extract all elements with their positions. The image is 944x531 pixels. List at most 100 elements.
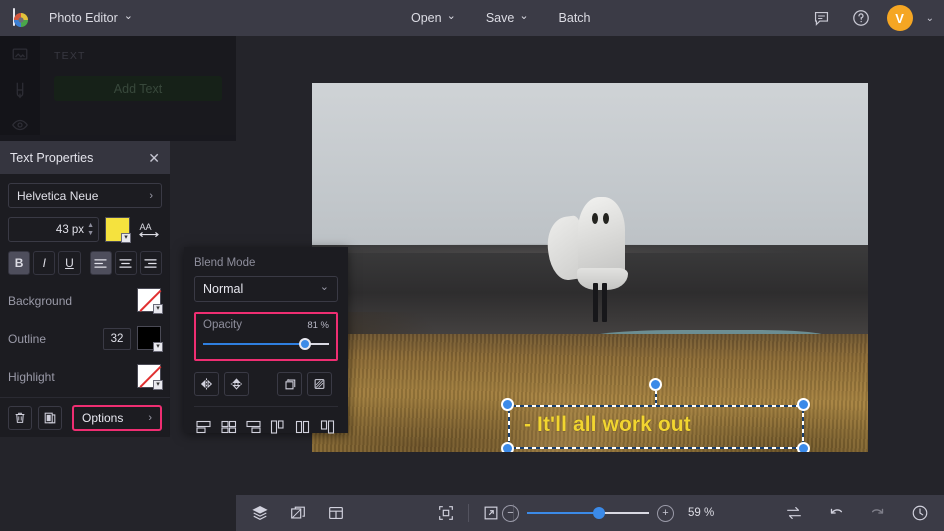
resize-handle-bottom-right[interactable]: [797, 442, 810, 452]
chevron-down-icon[interactable]: ▾: [121, 233, 131, 243]
text-selection-box[interactable]: [508, 405, 804, 449]
chevron-down-icon[interactable]: ▾: [153, 304, 163, 314]
comment-icon[interactable]: [809, 5, 835, 31]
underline-button[interactable]: U: [58, 251, 80, 275]
resize-handle-top-right[interactable]: [797, 398, 810, 411]
align-left-icon[interactable]: [90, 251, 112, 275]
rotate-copy-icon[interactable]: [277, 372, 302, 396]
align-center-icon[interactable]: [115, 251, 137, 275]
add-text-button[interactable]: Add Text: [54, 76, 222, 101]
font-size-value: 43 px: [56, 224, 84, 236]
zoom-level-value: 59 %: [688, 507, 714, 519]
open-button[interactable]: Open ⌄: [400, 6, 467, 30]
split-columns-icon[interactable]: [293, 417, 313, 437]
app-logo-icon[interactable]: [9, 6, 33, 30]
svg-text:AA: AA: [139, 222, 152, 232]
align-top-left-icon[interactable]: [194, 417, 214, 437]
outline-color-swatch[interactable]: ▾: [137, 326, 162, 351]
layout-panel-icon[interactable]: [324, 501, 348, 525]
popup-divider: [194, 406, 338, 407]
avatar[interactable]: V: [887, 5, 913, 31]
zoom-in-button[interactable]: +: [657, 505, 674, 522]
resize-handle-top-left[interactable]: [501, 398, 514, 411]
blend-mode-value: Normal: [203, 282, 243, 296]
font-family-select[interactable]: Helvetica Neue ›: [8, 183, 162, 208]
options-button[interactable]: Options ›: [72, 405, 162, 431]
font-size-row: 43 px ▲ ▼ ▾ AA: [8, 217, 162, 242]
history-clock-icon[interactable]: [908, 501, 932, 525]
stepper-up-icon[interactable]: ▲: [87, 222, 94, 229]
top-right-actions: V ⌄: [809, 5, 934, 31]
arrange-icon-row: [194, 417, 338, 437]
zoom-control: − + 59 %: [502, 505, 714, 522]
batch-label: Batch: [559, 11, 591, 25]
opacity-slider-fill: [203, 343, 305, 345]
zoom-out-button[interactable]: −: [502, 505, 519, 522]
image-tool-icon[interactable]: [8, 44, 32, 65]
app-menu-button[interactable]: Photo Editor ⌄: [40, 7, 142, 29]
text-case-icon[interactable]: AA: [136, 217, 162, 242]
outline-controls: 32 ▾: [103, 326, 162, 351]
close-icon[interactable]: ✕: [148, 151, 160, 165]
chevron-right-icon: ›: [148, 412, 152, 424]
compare-toggle-icon[interactable]: [782, 501, 806, 525]
highlight-row: Highlight ▾: [8, 364, 162, 389]
zoom-slider-fill: [527, 512, 599, 514]
outline-width-input[interactable]: 32: [103, 328, 131, 350]
text-properties-body: Helvetica Neue › 43 px ▲ ▼ ▾ AA: [0, 174, 170, 398]
opacity-value: 81 %: [307, 320, 329, 331]
chevron-down-icon: ⌄: [519, 9, 528, 22]
pattern-fill-icon[interactable]: [307, 372, 332, 396]
brush-tool-icon[interactable]: [8, 79, 32, 100]
resize-handle-bottom-left[interactable]: [501, 442, 514, 452]
distribute-grid-icon[interactable]: [219, 417, 239, 437]
opacity-control-group: Opacity 81 %: [194, 312, 338, 361]
eye-tool-icon[interactable]: [8, 114, 32, 135]
duplicate-icon[interactable]: [38, 406, 62, 430]
zoom-slider-handle[interactable]: [593, 507, 605, 519]
chevron-down-icon: ⌄: [124, 9, 133, 22]
rotate-handle[interactable]: [649, 378, 662, 391]
blend-mode-label: Blend Mode: [194, 257, 338, 269]
bold-button[interactable]: B: [8, 251, 30, 275]
trash-icon[interactable]: [8, 406, 32, 430]
chevron-down-icon[interactable]: ▾: [153, 342, 163, 352]
flip-vertical-icon[interactable]: [224, 372, 249, 396]
text-color-swatch[interactable]: ▾: [105, 217, 130, 242]
selection-edge-top: [508, 405, 804, 407]
save-button[interactable]: Save ⌄: [475, 6, 540, 30]
underline-label: U: [65, 256, 74, 270]
transform-icon[interactable]: [286, 501, 310, 525]
italic-button[interactable]: I: [33, 251, 55, 275]
flip-horizontal-icon[interactable]: [194, 372, 219, 396]
font-size-stepper[interactable]: ▲ ▼: [87, 222, 94, 237]
align-right-edge-icon[interactable]: [318, 417, 338, 437]
opacity-slider-handle[interactable]: [299, 338, 311, 350]
layers-icon[interactable]: [248, 501, 272, 525]
help-circle-icon[interactable]: [848, 5, 874, 31]
chevron-down-icon: ⌄: [320, 280, 329, 293]
app-menu-label: Photo Editor: [49, 11, 118, 25]
save-label: Save: [486, 11, 515, 25]
batch-button[interactable]: Batch: [548, 6, 602, 30]
background-color-swatch[interactable]: ▾: [137, 288, 162, 313]
undo-arrow-icon[interactable]: [824, 501, 848, 525]
redo-arrow-icon[interactable]: [866, 501, 890, 525]
highlight-color-swatch[interactable]: ▾: [137, 364, 162, 389]
selection-edge-bottom: [508, 447, 804, 449]
opacity-slider[interactable]: [203, 338, 329, 350]
expand-arrow-icon[interactable]: [479, 501, 503, 525]
chevron-down-icon[interactable]: ⌄: [926, 13, 934, 24]
font-size-input[interactable]: 43 px ▲ ▼: [8, 217, 99, 242]
zoom-slider[interactable]: [527, 507, 649, 519]
panel-title: Text Properties: [10, 151, 93, 165]
align-right-icon[interactable]: [140, 251, 162, 275]
align-left-edge-icon[interactable]: [268, 417, 288, 437]
photo-canvas[interactable]: - It'll all work out: [312, 83, 868, 452]
stepper-down-icon[interactable]: ▼: [87, 230, 94, 237]
blend-mode-select[interactable]: Normal ⌄: [194, 276, 338, 302]
chevron-down-icon[interactable]: ▾: [153, 380, 163, 390]
fit-to-screen-icon[interactable]: [434, 501, 458, 525]
top-toolbar: Photo Editor ⌄ Open ⌄ Save ⌄ Batch: [0, 0, 944, 36]
align-top-right-icon[interactable]: [244, 417, 264, 437]
